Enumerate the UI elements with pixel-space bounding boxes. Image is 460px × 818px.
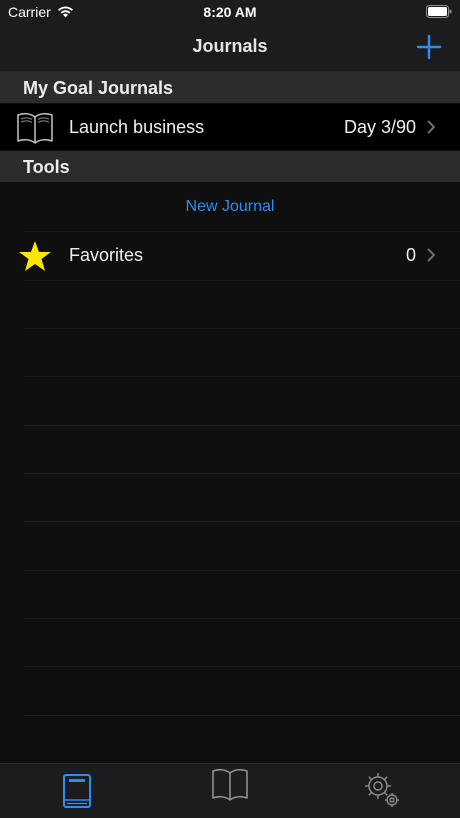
page-title: Journals (192, 36, 268, 56)
row-divider (24, 328, 460, 329)
plus-icon (416, 34, 442, 60)
new-journal-button[interactable]: New Journal (0, 183, 460, 231)
add-journal-button[interactable] (416, 34, 442, 60)
tab-journals[interactable] (57, 770, 97, 810)
journal-title: Launch business (69, 117, 205, 137)
row-divider (24, 715, 460, 716)
battery-icon (426, 5, 452, 18)
tab-settings[interactable] (362, 770, 402, 810)
tab-reading[interactable] (210, 767, 250, 807)
journals-screen: Carrier 8:20 AM Journals My Goal Journal… (0, 0, 460, 818)
row-divider (24, 425, 460, 426)
star-icon (19, 241, 51, 271)
closed-book-icon (63, 774, 91, 808)
favorites-count: 0 (405, 245, 416, 265)
navigation-bar: Journals (0, 24, 460, 72)
favorites-row[interactable]: Favorites 0 (0, 232, 460, 279)
chevron-right-icon (427, 120, 435, 134)
journal-row-launch-business[interactable]: Launch business Day 3/90 (0, 104, 460, 150)
section-header-tools: Tools (0, 151, 460, 182)
section-header-goal-journals: My Goal Journals (0, 72, 460, 103)
gears-icon (365, 773, 399, 807)
chevron-right-icon (427, 248, 435, 262)
row-divider (24, 570, 460, 571)
section-title-tools: Tools (23, 157, 70, 177)
favorites-label: Favorites (69, 245, 144, 265)
row-divider (24, 521, 460, 522)
section-title-goal-journals: My Goal Journals (23, 78, 174, 98)
row-divider (24, 618, 460, 619)
status-bar: Carrier 8:20 AM (0, 0, 460, 24)
row-divider (24, 376, 460, 377)
status-time: 8:20 AM (203, 4, 257, 20)
row-divider (24, 280, 460, 281)
tab-bar (0, 763, 460, 818)
open-book-icon (17, 112, 53, 144)
row-divider (24, 666, 460, 667)
row-divider (24, 473, 460, 474)
journal-progress: Day 3/90 (343, 117, 416, 137)
open-book-icon (212, 768, 248, 801)
